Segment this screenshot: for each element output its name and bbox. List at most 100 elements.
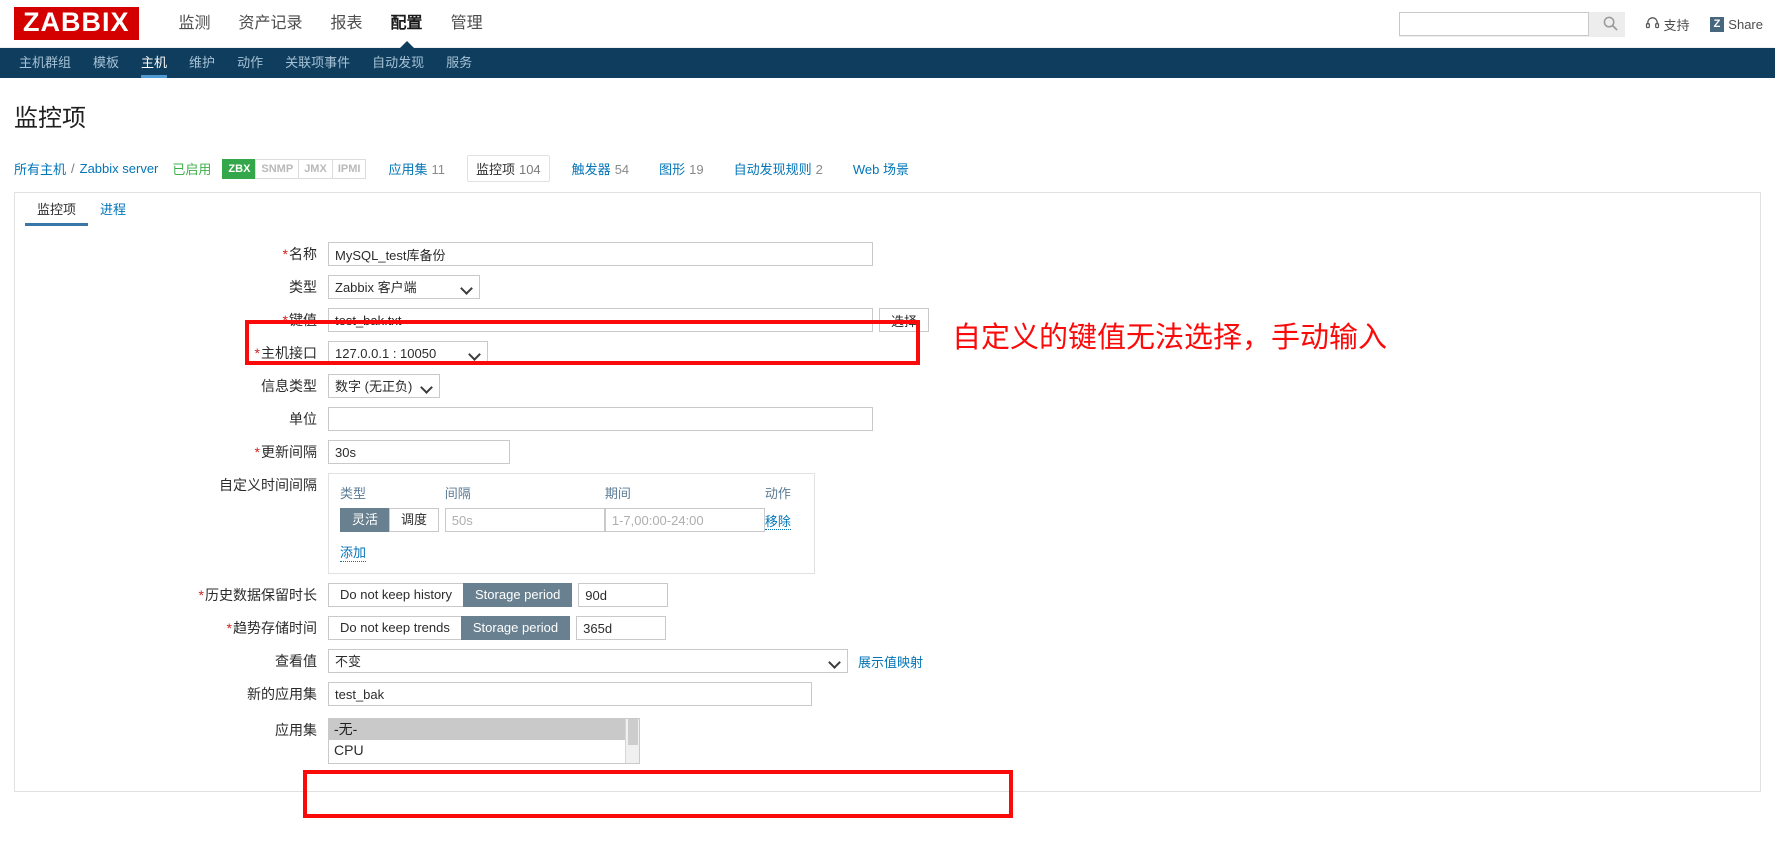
custom-interval-add-link[interactable]: 添加 — [340, 542, 367, 562]
value-type-select[interactable]: 数字 (无正负) — [328, 374, 440, 398]
label-name-text: 名称 — [289, 246, 317, 262]
zabbix-share-icon: Z — [1709, 16, 1725, 32]
breadcrumb-tab-discovery-rules-count: 2 — [815, 162, 823, 177]
subnav-item-services[interactable]: 服务 — [435, 48, 483, 78]
trends-mode-storage-period[interactable]: Storage period — [460, 616, 571, 640]
breadcrumb-tab-items[interactable]: 监控项 104 — [466, 155, 550, 182]
item-form: *名称 类型 Zabbix 客户端 — [15, 226, 1760, 764]
interface-protocol-badges: ZBX SNMP JMX IPMI — [222, 158, 367, 179]
name-input[interactable] — [328, 242, 873, 266]
breadcrumb-tab-web-scenarios[interactable]: Web 场景 — [845, 156, 917, 181]
tab-preprocessing[interactable]: 进程 — [88, 193, 138, 226]
label-new-application: 新的应用集 — [247, 686, 317, 702]
breadcrumb-tab-applications[interactable]: 应用集 11 — [380, 156, 453, 181]
update-interval-input[interactable] — [328, 440, 510, 464]
show-value-select[interactable]: 不变 — [328, 649, 848, 673]
history-mode-none[interactable]: Do not keep history — [328, 583, 465, 607]
sub-navigation: 主机群组 模板 主机 维护 动作 关联项事件 自动发现 服务 — [0, 48, 1775, 78]
subnav-item-hosts[interactable]: 主机 — [130, 48, 178, 78]
show-value-select-wrapper[interactable]: 不变 — [328, 649, 848, 673]
custom-interval-remove-link[interactable]: 移除 — [764, 513, 791, 530]
tab-item[interactable]: 监控项 — [25, 193, 89, 226]
breadcrumb-tab-triggers-label: 触发器 — [571, 162, 611, 177]
new-application-input[interactable] — [328, 682, 812, 706]
form-row-units: 单位 — [15, 407, 1760, 431]
custom-interval-row: 灵活 调度 移除 — [340, 508, 803, 532]
custom-interval-delay-input[interactable] — [444, 508, 605, 532]
applications-option-none[interactable]: -无- — [329, 719, 639, 740]
host-interface-select[interactable]: 127.0.0.1 : 10050 — [328, 341, 488, 365]
label-show-value: 查看值 — [275, 653, 317, 669]
custom-intervals-header: 类型 间隔 期间 动作 — [340, 483, 803, 508]
trends-value-input[interactable] — [576, 616, 667, 640]
label-applications: 应用集 — [275, 722, 317, 738]
subnav-item-actions[interactable]: 动作 — [226, 48, 274, 78]
item-form-card: 监控项 进程 *名称 类型 Zabbix 客户端 — [14, 192, 1761, 792]
interval-mode-scheduling[interactable]: 调度 — [389, 508, 440, 532]
protocol-badge-ipmi[interactable]: IPMI — [331, 158, 367, 179]
applications-option-cpu[interactable]: CPU — [329, 740, 639, 761]
breadcrumb-tab-triggers[interactable]: 触发器 54 — [564, 156, 637, 181]
key-select-button[interactable]: 选择 — [879, 308, 930, 332]
nav-item-reports[interactable]: 报表 — [317, 0, 377, 48]
form-row-value-type: 信息类型 数字 (无正负) — [15, 374, 1760, 398]
label-key: *键值 — [15, 308, 328, 332]
trends-mode-none[interactable]: Do not keep trends — [328, 616, 462, 640]
label-host-interface-text: 主机接口 — [261, 345, 317, 361]
units-input[interactable] — [328, 407, 873, 431]
history-value-input[interactable] — [578, 583, 669, 607]
breadcrumb-tab-items-count: 104 — [518, 162, 541, 177]
share-link[interactable]: Z Share — [1709, 16, 1763, 32]
nav-item-administration[interactable]: 管理 — [437, 0, 497, 48]
nav-item-monitoring[interactable]: 监测 — [165, 0, 225, 48]
type-select-wrapper[interactable]: Zabbix 客户端 — [328, 275, 480, 299]
host-status-enabled[interactable]: 已启用 — [172, 159, 211, 178]
breadcrumb-tab-discovery-rules-label: 自动发现规则 — [733, 162, 812, 177]
form-tab-bar: 监控项 进程 — [15, 192, 1760, 226]
search-box[interactable] — [1398, 11, 1625, 37]
breadcrumb-tab-graphs[interactable]: 图形 19 — [651, 156, 711, 181]
value-mapping-link[interactable]: 展示值映射 — [858, 652, 923, 671]
main-navigation: 监测 资产记录 报表 配置 管理 — [165, 0, 497, 49]
scrollbar-thumb[interactable] — [628, 719, 638, 745]
label-update-interval-text: 更新间隔 — [261, 444, 317, 460]
protocol-badge-jmx[interactable]: JMX — [298, 158, 333, 179]
label-key-text: 键值 — [289, 312, 317, 328]
label-name: *名称 — [15, 242, 328, 266]
custom-interval-period-input[interactable] — [604, 508, 765, 532]
subnav-item-templates[interactable]: 模板 — [82, 48, 130, 78]
breadcrumb-tab-discovery-rules[interactable]: 自动发现规则 2 — [726, 156, 831, 181]
required-marker: * — [282, 246, 288, 262]
nav-item-inventory[interactable]: 资产记录 — [225, 0, 317, 48]
history-mode-storage-period[interactable]: Storage period — [463, 583, 573, 607]
col-header-action: 动作 — [764, 486, 791, 501]
label-host-interface: *主机接口 — [15, 341, 328, 365]
label-trends-text: 趋势存储时间 — [233, 620, 317, 636]
key-input[interactable] — [328, 308, 873, 332]
breadcrumb-tab-triggers-count: 54 — [614, 162, 630, 177]
subnav-item-correlation[interactable]: 关联项事件 — [274, 48, 361, 78]
interval-mode-toggle: 灵活 调度 — [340, 508, 445, 532]
search-icon[interactable] — [1603, 16, 1618, 34]
zabbix-logo[interactable]: ZABBIX — [14, 7, 139, 40]
nav-item-configuration[interactable]: 配置 — [377, 0, 437, 49]
breadcrumb-tab-items-label: 监控项 — [475, 162, 515, 177]
support-link[interactable]: 支持 — [1645, 15, 1690, 34]
protocol-badge-zbx[interactable]: ZBX — [222, 158, 257, 179]
applications-listbox-scrollbar[interactable] — [625, 719, 639, 763]
host-interface-select-wrapper[interactable]: 127.0.0.1 : 10050 — [328, 341, 488, 365]
subnav-item-maintenance[interactable]: 维护 — [178, 48, 226, 78]
breadcrumb-host[interactable]: Zabbix server — [80, 161, 159, 176]
subnav-item-discovery[interactable]: 自动发现 — [361, 48, 435, 78]
search-input[interactable] — [1398, 12, 1589, 36]
history-mode-toggle: Do not keep history Storage period — [328, 583, 573, 607]
breadcrumb-all-hosts[interactable]: 所有主机 — [14, 159, 66, 178]
subnav-item-hostgroups[interactable]: 主机群组 — [8, 48, 82, 78]
type-select[interactable]: Zabbix 客户端 — [328, 275, 480, 299]
applications-listbox[interactable]: -无- CPU — [328, 718, 640, 764]
header-right-tools: 支持 Z Share — [1398, 0, 1763, 48]
interval-mode-flexible[interactable]: 灵活 — [340, 508, 391, 532]
breadcrumb-tab-applications-count: 11 — [431, 162, 445, 177]
protocol-badge-snmp[interactable]: SNMP — [255, 158, 300, 179]
value-type-select-wrapper[interactable]: 数字 (无正负) — [328, 374, 440, 398]
